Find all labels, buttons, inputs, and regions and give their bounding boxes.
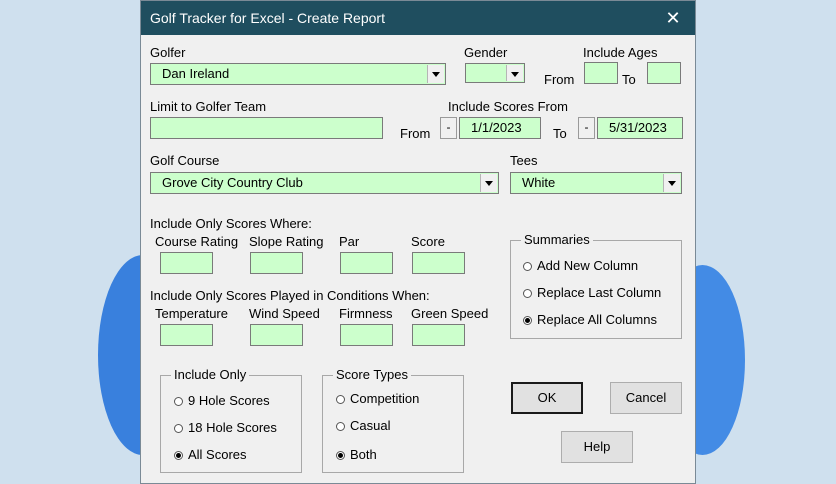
golf-course-label: Golf Course xyxy=(150,153,220,168)
green-speed-input[interactable] xyxy=(412,324,465,346)
course-rating-input[interactable] xyxy=(160,252,213,274)
window-title: Golf Tracker for Excel - Create Report xyxy=(150,10,385,26)
ok-button[interactable]: OK xyxy=(511,382,583,414)
score-input[interactable] xyxy=(412,252,465,274)
tees-dropdown[interactable]: White xyxy=(510,172,682,194)
slope-rating-label: Slope Rating xyxy=(249,234,324,249)
ages-to-label: To xyxy=(622,72,636,87)
gender-dropdown[interactable] xyxy=(465,63,525,83)
radio-off-icon xyxy=(523,262,532,271)
radio-all-scores[interactable]: All Scores xyxy=(174,447,247,462)
include-only-title: Include Only xyxy=(171,367,250,382)
create-report-dialog: Golf Tracker for Excel - Create Report ✕… xyxy=(140,0,696,484)
summaries-group: Summaries Add New Column Replace Last Co… xyxy=(510,232,682,339)
golfer-label: Golfer xyxy=(150,45,186,60)
radio-casual[interactable]: Casual xyxy=(336,418,390,433)
help-button[interactable]: Help xyxy=(561,431,633,463)
summaries-title: Summaries xyxy=(521,232,593,247)
score-types-title: Score Types xyxy=(333,367,412,382)
green-speed-label: Green Speed xyxy=(411,306,489,321)
scores-from-label: From xyxy=(400,126,431,141)
wind-speed-label: Wind Speed xyxy=(249,306,320,321)
radio-on-icon xyxy=(523,316,532,325)
ages-to-input[interactable] xyxy=(647,62,681,84)
radio-replace-last-column[interactable]: Replace Last Column xyxy=(523,285,661,300)
team-label: Limit to Golfer Team xyxy=(150,99,267,114)
radio-18-hole-scores[interactable]: 18 Hole Scores xyxy=(174,420,277,435)
ages-from-label: From xyxy=(544,72,575,87)
scores-from-clear-button[interactable]: - xyxy=(440,117,457,139)
radio-on-icon xyxy=(174,451,183,460)
radio-off-icon xyxy=(336,395,345,404)
par-input[interactable] xyxy=(340,252,393,274)
firmness-input[interactable] xyxy=(340,324,393,346)
radio-both[interactable]: Both xyxy=(336,447,377,462)
radio-add-new-column[interactable]: Add New Column xyxy=(523,258,638,273)
title-bar[interactable]: Golf Tracker for Excel - Create Report ✕ xyxy=(141,1,695,35)
radio-competition[interactable]: Competition xyxy=(336,391,419,406)
include-scores-from-label: Include Scores From xyxy=(448,99,568,114)
radio-9-hole-scores[interactable]: 9 Hole Scores xyxy=(174,393,270,408)
score-label: Score xyxy=(411,234,445,249)
slope-rating-input[interactable] xyxy=(250,252,303,274)
score-filters-heading: Include Only Scores Where: xyxy=(150,216,312,231)
chevron-down-icon[interactable] xyxy=(506,65,523,81)
ages-from-input[interactable] xyxy=(584,62,618,84)
radio-on-icon xyxy=(336,451,345,460)
golfer-dropdown[interactable]: Dan Ireland xyxy=(150,63,446,85)
course-rating-label: Course Rating xyxy=(155,234,239,249)
golf-course-value: Grove City Country Club xyxy=(162,175,303,190)
firmness-label: Firmness xyxy=(339,306,393,321)
scores-to-clear-button[interactable]: - xyxy=(578,117,595,139)
score-types-group: Score Types Competition Casual Both xyxy=(322,367,464,473)
radio-off-icon xyxy=(174,397,183,406)
include-only-group: Include Only 9 Hole Scores 18 Hole Score… xyxy=(160,367,302,473)
radio-replace-all-columns[interactable]: Replace All Columns xyxy=(523,312,657,327)
tees-label: Tees xyxy=(510,153,538,168)
scores-from-date-input[interactable]: 1/1/2023 xyxy=(459,117,541,139)
radio-off-icon xyxy=(523,289,532,298)
par-label: Par xyxy=(339,234,360,249)
chevron-down-icon[interactable] xyxy=(480,174,497,192)
scores-to-label: To xyxy=(553,126,567,141)
tees-value: White xyxy=(522,175,556,190)
golf-course-dropdown[interactable]: Grove City Country Club xyxy=(150,172,499,194)
radio-off-icon xyxy=(174,424,183,433)
wind-speed-input[interactable] xyxy=(250,324,303,346)
scores-to-date-input[interactable]: 5/31/2023 xyxy=(597,117,683,139)
temperature-input[interactable] xyxy=(160,324,213,346)
temperature-label: Temperature xyxy=(155,306,228,321)
conditions-heading: Include Only Scores Played in Conditions… xyxy=(150,288,430,303)
cancel-button[interactable]: Cancel xyxy=(610,382,682,414)
golfer-value: Dan Ireland xyxy=(162,66,230,81)
chevron-down-icon[interactable] xyxy=(427,65,444,83)
include-ages-label: Include Ages xyxy=(583,45,658,60)
radio-off-icon xyxy=(336,422,345,431)
chevron-down-icon[interactable] xyxy=(663,174,680,192)
gender-label: Gender xyxy=(464,45,508,60)
close-icon[interactable]: ✕ xyxy=(651,1,695,35)
team-input[interactable] xyxy=(150,117,383,139)
